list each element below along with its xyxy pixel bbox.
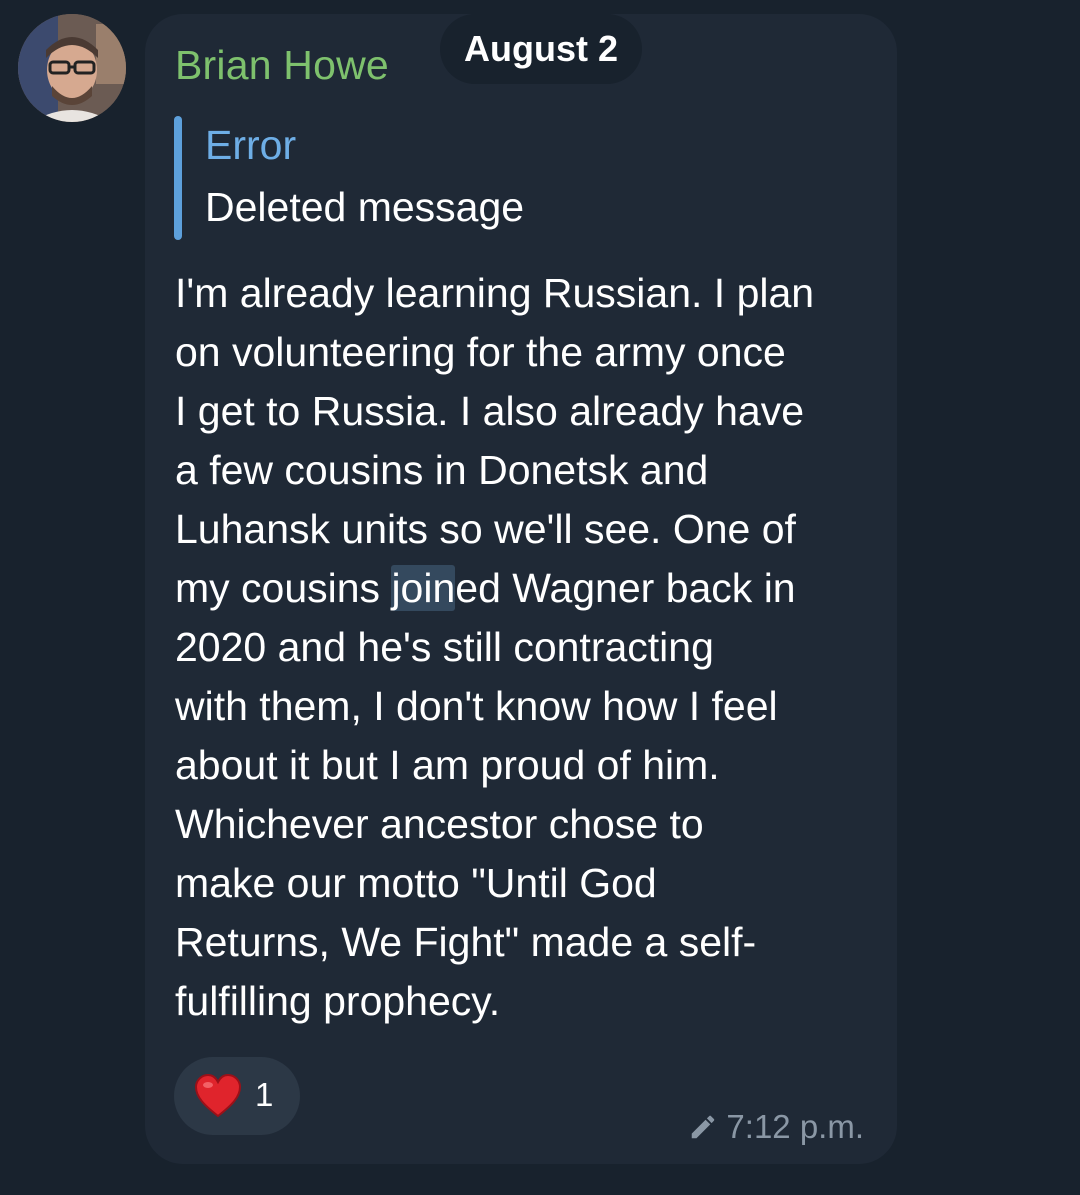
reply-accent-bar	[174, 116, 182, 240]
pencil-icon	[692, 1115, 715, 1139]
user-avatar-icon	[18, 14, 126, 122]
message-meta: 7:12 p.m.	[688, 1108, 864, 1146]
reaction-count: 1	[255, 1076, 274, 1113]
heart-reaction-button[interactable]: 1	[174, 1057, 300, 1135]
selected-text[interactable]: join	[391, 565, 456, 611]
message-text[interactable]: I'm already learning Russian. I plan on …	[175, 264, 875, 1031]
reply-title: Error	[205, 122, 297, 168]
reply-preview[interactable]: Error Deleted message	[174, 116, 774, 240]
reply-text: Deleted message	[205, 184, 525, 230]
chat-screen: Brian Howe Error Deleted message I'm alr…	[0, 0, 1080, 1195]
sender-avatar[interactable]	[18, 14, 126, 122]
message-time: 7:12 p.m.	[726, 1108, 864, 1145]
red-heart-icon	[194, 1074, 242, 1118]
date-header: August 2	[440, 14, 643, 84]
message-bubble[interactable]: Brian Howe Error Deleted message I'm alr…	[145, 14, 897, 1164]
sender-name[interactable]: Brian Howe	[175, 42, 389, 89]
message-text-part: ed Wagner back in 2020 and he's still co…	[175, 565, 796, 1024]
message-text-part: I'm already learning Russian. I plan on …	[175, 270, 815, 611]
